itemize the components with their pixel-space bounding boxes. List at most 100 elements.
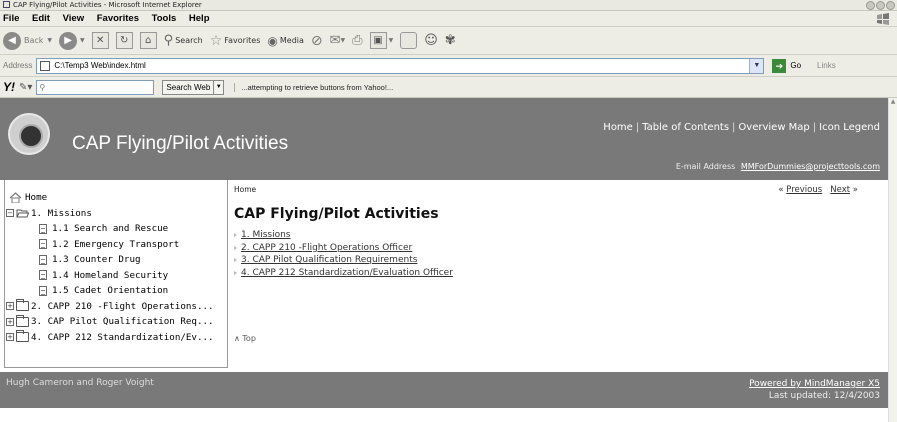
research-icon: ✾ bbox=[444, 33, 456, 48]
tree-item-label: 1. Missions bbox=[31, 207, 92, 219]
footer-authors: Hugh Cameron and Roger Voight bbox=[6, 378, 154, 388]
list-item: 1. Missions bbox=[234, 229, 453, 242]
yahoo-search-input[interactable]: ⚲ bbox=[36, 79, 155, 95]
previous-link[interactable]: Previous bbox=[786, 185, 822, 195]
page-icon bbox=[39, 285, 47, 296]
mail-button[interactable]: ✉ ▼ bbox=[330, 33, 346, 48]
breadcrumb[interactable]: Home bbox=[234, 185, 256, 194]
menu-view[interactable]: View bbox=[63, 13, 84, 24]
home-button[interactable]: ⌂ bbox=[139, 32, 157, 49]
links-button[interactable]: Links bbox=[817, 61, 836, 70]
tree-item-emergency-transport[interactable]: 1.2 Emergency Transport bbox=[5, 237, 227, 253]
go-button[interactable]: ➔ Go bbox=[772, 58, 802, 73]
collapse-icon[interactable]: − bbox=[6, 209, 14, 218]
folder-icon bbox=[16, 299, 29, 312]
menu-tools[interactable]: Tools bbox=[152, 13, 177, 24]
home-icon: ⌂ bbox=[139, 32, 157, 49]
tree-item-homeland-security[interactable]: 1.4 Homeland Security bbox=[5, 268, 227, 284]
standard-toolbar: ◀ Back ▼ ▶ ▼ ✕ ↻ ⌂ ⚲ Search ☆ Favorites … bbox=[0, 27, 897, 55]
nav-icon-legend-link[interactable]: Icon Legend bbox=[819, 122, 880, 133]
edit-button[interactable]: ▣ ▼ bbox=[369, 32, 394, 49]
email-label: E-mail Address bbox=[675, 162, 736, 171]
forward-button[interactable]: ▶ ▼ bbox=[59, 31, 85, 50]
nav-overview-map-link[interactable]: Overview Map bbox=[738, 122, 809, 133]
address-input[interactable]: C:\Temp3 Web\index.html ▼ bbox=[36, 57, 765, 74]
powered-by-link[interactable]: Powered by MindManager X5 bbox=[749, 379, 880, 389]
scroll-up-icon[interactable]: ▲ bbox=[889, 98, 897, 107]
page-icon bbox=[39, 254, 47, 265]
tree-item-home[interactable]: Home bbox=[5, 190, 227, 206]
list-item: 2. CAPP 210 -Flight Operations Officer bbox=[234, 242, 453, 255]
menu-edit[interactable]: Edit bbox=[32, 13, 50, 24]
menu-favorites[interactable]: Favorites bbox=[97, 13, 139, 24]
edit-icon: ▣ bbox=[369, 32, 387, 49]
last-updated: Last updated: 12/4/2003 bbox=[768, 391, 880, 401]
minimize-button[interactable] bbox=[866, 1, 875, 10]
tree-item-search-rescue[interactable]: 1.1 Search and Rescue bbox=[5, 221, 227, 237]
ie-icon bbox=[3, 1, 10, 8]
messenger-button[interactable]: ☺ bbox=[424, 33, 438, 48]
tree-item-label: 2. CAPP 210 -Flight Operations... bbox=[31, 300, 214, 312]
refresh-icon: ↻ bbox=[115, 32, 133, 49]
favorites-star-icon: ☆ bbox=[209, 32, 223, 49]
maximize-button[interactable] bbox=[876, 1, 885, 10]
discuss-button[interactable] bbox=[400, 32, 418, 49]
topic-link-capp-210[interactable]: 2. CAPP 210 -Flight Operations Officer bbox=[241, 243, 412, 253]
print-button[interactable]: ⎙ bbox=[352, 33, 362, 48]
mail-dropdown-icon: ▼ bbox=[340, 37, 346, 44]
discuss-icon bbox=[400, 32, 418, 49]
tree-item-capp-212[interactable]: + 4. CAPP 212 Standardization/Ev... bbox=[5, 330, 227, 346]
topic-link-missions[interactable]: 1. Missions bbox=[241, 230, 291, 240]
close-button[interactable] bbox=[886, 1, 895, 10]
open-folder-icon bbox=[16, 209, 29, 218]
yahoo-pencil-icon[interactable]: ✎▾ bbox=[19, 82, 32, 93]
back-button[interactable]: ◀ Back ▼ bbox=[3, 31, 52, 50]
vertical-scrollbar[interactable]: ▲ bbox=[888, 98, 897, 422]
tree-item-missions[interactable]: − 1. Missions bbox=[5, 206, 227, 222]
stop-button[interactable]: ✕ bbox=[91, 32, 109, 49]
bullet-arrow-icon bbox=[234, 270, 237, 275]
forward-arrow-icon: ▶ bbox=[59, 31, 78, 50]
expand-icon[interactable]: + bbox=[6, 302, 14, 311]
favorites-button[interactable]: ☆ Favorites bbox=[210, 33, 261, 49]
search-web-button[interactable]: Search Web bbox=[162, 79, 215, 95]
research-button[interactable]: ✾ bbox=[445, 33, 456, 48]
back-dropdown-icon[interactable]: ▼ bbox=[47, 37, 52, 44]
tree-item-counter-drug[interactable]: 1.3 Counter Drug bbox=[5, 252, 227, 268]
next-chevron-icon: » bbox=[852, 185, 858, 195]
windows-logo-icon bbox=[877, 13, 889, 25]
search-label: Search bbox=[175, 36, 203, 45]
yahoo-toolbar: Y! ✎▾ ⚲ Search Web ▼ ...attempting to re… bbox=[0, 77, 897, 98]
site-footer: Hugh Cameron and Roger Voight Powered by… bbox=[0, 372, 888, 408]
edit-dropdown-icon: ▼ bbox=[388, 37, 394, 44]
go-label: Go bbox=[790, 61, 802, 70]
address-bar: Address C:\Temp3 Web\index.html ▼ ➔ Go L… bbox=[0, 55, 897, 77]
tree-item-capp-210[interactable]: + 2. CAPP 210 -Flight Operations... bbox=[5, 299, 227, 315]
email-link[interactable]: MMForDummies@projecttools.com bbox=[741, 162, 880, 171]
tree-item-pilot-qualification[interactable]: + 3. CAP Pilot Qualification Req... bbox=[5, 314, 227, 330]
folder-icon bbox=[16, 314, 29, 327]
mail-icon: ✉ bbox=[329, 33, 341, 48]
expand-icon[interactable]: + bbox=[6, 317, 14, 326]
search-web-dropdown-icon[interactable]: ▼ bbox=[214, 79, 225, 95]
menu-help[interactable]: Help bbox=[189, 13, 210, 24]
messenger-icon: ☺ bbox=[424, 33, 438, 48]
back-to-top-link[interactable]: ∧ Top bbox=[234, 334, 256, 343]
media-button[interactable]: ◉ Media bbox=[267, 34, 304, 48]
nav-home-link[interactable]: Home bbox=[603, 122, 633, 133]
yahoo-logo-icon[interactable]: Y! bbox=[3, 80, 15, 94]
next-link[interactable]: Next bbox=[830, 185, 850, 195]
window-titlebar: CAP Flying/Pilot Activities - Microsoft … bbox=[0, 0, 897, 11]
topic-link-pilot-qualification[interactable]: 3. CAP Pilot Qualification Requirements bbox=[241, 255, 417, 265]
nav-toc-link[interactable]: Table of Contents bbox=[642, 122, 729, 133]
search-button[interactable]: ⚲ Search bbox=[164, 33, 203, 48]
address-dropdown-icon[interactable]: ▼ bbox=[749, 58, 764, 73]
forward-dropdown-icon[interactable]: ▼ bbox=[80, 37, 85, 44]
tree-item-cadet-orientation[interactable]: 1.5 Cadet Orientation bbox=[5, 283, 227, 299]
topic-link-capp-212[interactable]: 4. CAPP 212 Standardization/Evaluation O… bbox=[241, 268, 453, 278]
footer-info: Powered by MindManager X5 Last updated: … bbox=[749, 378, 880, 402]
menu-file[interactable]: File bbox=[3, 13, 19, 24]
history-button[interactable]: ⊘ bbox=[311, 33, 323, 49]
expand-icon[interactable]: + bbox=[6, 333, 14, 342]
refresh-button[interactable]: ↻ bbox=[115, 32, 133, 49]
